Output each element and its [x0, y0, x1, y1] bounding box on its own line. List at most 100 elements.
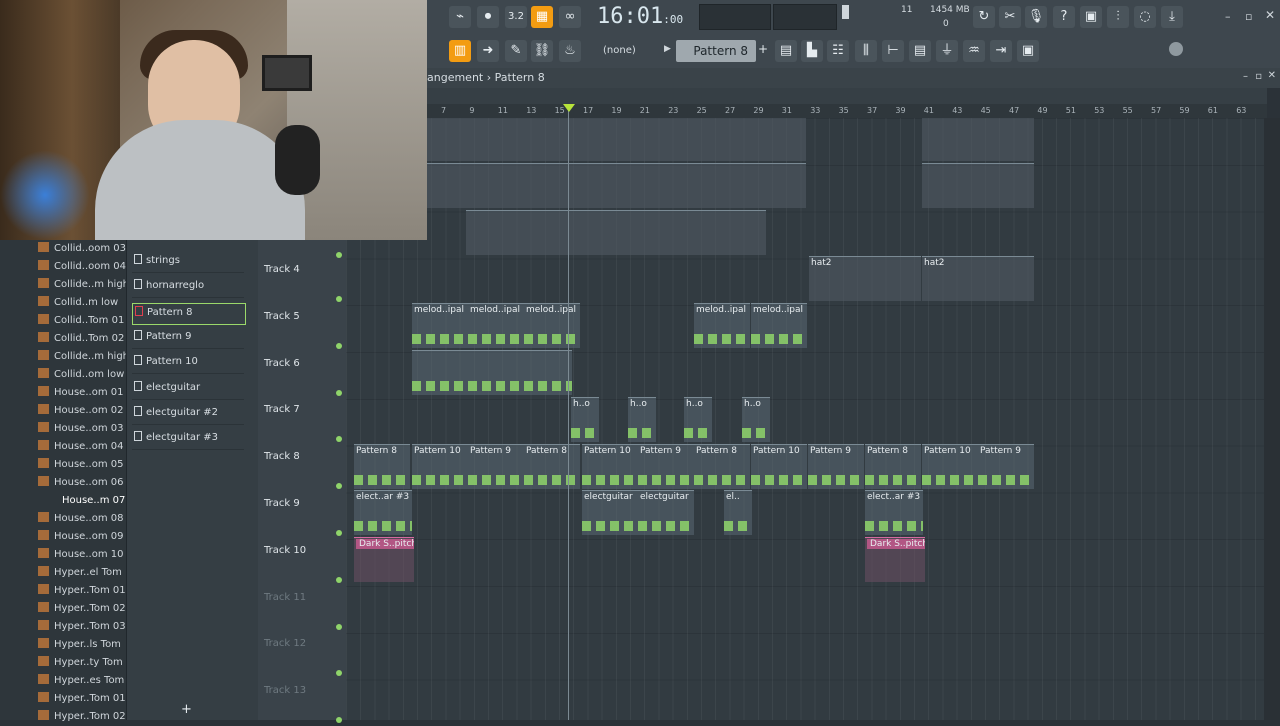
browser-item[interactable]: Hyper..ty Tom — [38, 654, 126, 672]
track-name[interactable]: Track 8 — [264, 451, 300, 462]
minimize-icon[interactable]: – — [1225, 10, 1231, 23]
browser-item[interactable]: House..om 08 — [38, 510, 126, 528]
playlist-clip[interactable]: Pattern 8 — [524, 443, 580, 489]
render-icon[interactable]: ⇥ — [990, 40, 1012, 62]
step-edit-icon[interactable]: ▦ — [531, 6, 553, 28]
track-led[interactable] — [336, 296, 342, 302]
playlist-clip[interactable]: h..o — [628, 396, 656, 442]
playlist-maximize-icon[interactable]: ▫ — [1255, 71, 1262, 82]
tree-icon[interactable]: ⊢ — [882, 40, 904, 62]
track-name[interactable]: Track 13 — [264, 685, 306, 696]
browser-item[interactable]: House..om 01 — [38, 384, 126, 402]
playlist-clip[interactable]: h..o — [571, 396, 599, 442]
browser-item[interactable]: House..om 09 — [38, 528, 126, 546]
browser-item[interactable]: House..om 02 — [38, 402, 126, 420]
playlist-clip[interactable] — [412, 350, 468, 395]
playlist-clip[interactable] — [426, 162, 806, 208]
track-led[interactable] — [336, 483, 342, 490]
playlist-clip[interactable]: Pattern 9 — [638, 443, 694, 489]
track-led[interactable] — [336, 436, 342, 443]
playlist-clip[interactable]: melod..ipal — [694, 303, 750, 349]
playlist-clip[interactable]: Dark S..pitch — [865, 537, 925, 583]
browser-item[interactable]: House..om 04 — [38, 438, 126, 456]
track-led[interactable] — [336, 623, 342, 630]
globe-icon[interactable] — [1169, 42, 1183, 56]
channel-rack-icon[interactable]: ☷ — [827, 40, 849, 62]
pattern-item[interactable]: Pattern 9 — [132, 328, 244, 349]
countdown-icon[interactable]: 3.2 — [505, 6, 527, 28]
wait-record-icon[interactable]: ⏺ — [477, 6, 499, 28]
tempo-icon[interactable]: ♒ — [963, 40, 985, 62]
playlist-clip[interactable]: melod..ipal — [524, 303, 580, 349]
browser-item[interactable]: Hyper..Tom 01 — [38, 690, 126, 708]
browser-item[interactable]: House..om 03 — [38, 420, 126, 438]
track-led[interactable] — [336, 252, 342, 258]
track-led[interactable] — [336, 576, 342, 583]
link-icon[interactable]: ⛓ — [531, 40, 553, 62]
pattern-item[interactable]: electguitar #2 — [132, 404, 244, 425]
snap-dropdown[interactable]: (none) — [597, 40, 663, 62]
pattern-item[interactable]: Pattern 10 — [132, 353, 244, 375]
playlist-clip[interactable] — [466, 209, 766, 255]
playlist-clip[interactable]: Pattern 9 — [808, 443, 864, 489]
playlist-clip[interactable] — [524, 350, 572, 395]
playlist-clip[interactable]: el.. — [724, 490, 752, 536]
timeline-ruler[interactable]: 7 9 11 13 15 17 19 21 23 25 27 29 31 33 35 37 39 41 43 45 47… — [427, 104, 1267, 118]
add-pattern-icon[interactable]: + — [758, 42, 768, 56]
playlist-clip[interactable]: electguitar — [638, 490, 694, 536]
pencil-icon[interactable]: ✎ — [505, 40, 527, 62]
browser-item[interactable]: Hyper..Tom 02 — [38, 600, 126, 618]
download-icon[interactable]: ⤓ — [1161, 6, 1183, 28]
playlist-minimize-icon[interactable]: – — [1243, 71, 1248, 82]
browser-item[interactable]: Hyper..el Tom — [38, 564, 126, 582]
browser-icon[interactable]: ▤ — [909, 40, 931, 62]
mic-icon[interactable]: 🎙 — [1025, 6, 1047, 28]
browser-item[interactable]: Collid..Tom 01 — [38, 312, 126, 330]
track-led[interactable] — [336, 717, 342, 724]
playlist-clip[interactable]: Pattern 10 — [412, 443, 468, 489]
playlist-clip[interactable]: melod..ipal — [412, 303, 468, 349]
plugin-icon[interactable]: ⏚ — [936, 40, 958, 62]
close-icon[interactable]: ✕ — [1265, 8, 1275, 22]
playlist-clip[interactable]: melod..ipal — [751, 303, 807, 349]
browser-item[interactable]: Collide..m high — [38, 276, 129, 294]
chat-icon[interactable]: ◌ — [1134, 6, 1156, 28]
playlist-clip[interactable]: Pattern 10 — [751, 443, 807, 489]
store-icon[interactable]: ▣ — [1017, 40, 1039, 62]
playlist-clip[interactable]: Pattern 9 — [468, 443, 524, 489]
track-name[interactable]: Track 5 — [264, 311, 300, 322]
browser-item[interactable]: Collid..oom 03 — [38, 240, 126, 258]
playlist-clip[interactable]: melod..ipal — [468, 303, 524, 349]
browser-item[interactable]: Hyper..Tom 01 — [38, 582, 126, 600]
browser-item[interactable]: Collid..om low — [38, 366, 126, 384]
playlist-scrollbar[interactable] — [427, 88, 1267, 104]
pattern-selector[interactable]: Pattern 8 — [676, 40, 756, 62]
track-name[interactable]: Track 12 — [264, 638, 306, 649]
pattern-item[interactable]: electguitar — [132, 379, 244, 400]
track-led[interactable] — [336, 342, 342, 349]
browser-item[interactable]: Hyper..Tom 02 — [38, 708, 126, 726]
browser-item[interactable]: House..om 06 — [38, 474, 126, 492]
browser-item[interactable]: Collid..Tom 02 — [38, 330, 126, 348]
browser-item[interactable]: House..om 10 — [38, 546, 126, 564]
add-icon[interactable]: + — [181, 702, 192, 717]
pattern-item[interactable]: Pattern 8 — [132, 302, 246, 325]
track-led[interactable] — [336, 530, 342, 536]
stamp-icon[interactable]: ♨ — [559, 40, 581, 62]
pattern-item[interactable]: strings — [132, 252, 244, 273]
metronome-icon[interactable]: ⌁ — [449, 6, 471, 28]
playlist-clip[interactable]: Pattern 9 — [978, 443, 1034, 489]
pattern-item[interactable]: hornarreglo — [132, 277, 244, 299]
cut-icon[interactable]: ✂ — [999, 6, 1021, 28]
piano-roll-icon[interactable]: ▙ — [801, 40, 823, 62]
track-led[interactable] — [336, 670, 342, 677]
playhead[interactable] — [568, 104, 569, 720]
browser-item[interactable]: Collid..m low — [38, 294, 126, 312]
undo-icon[interactable]: ↻ — [973, 6, 995, 28]
pattern-item[interactable]: electguitar #3 — [132, 429, 244, 451]
loop-record-icon[interactable]: ∞ — [559, 6, 581, 28]
track-led[interactable] — [336, 389, 342, 396]
playlist-clip[interactable]: elect..ar #3 — [354, 490, 412, 536]
playlist-clip[interactable]: Pattern 10 — [922, 443, 978, 489]
play-small-icon[interactable]: ▶ — [664, 44, 671, 54]
